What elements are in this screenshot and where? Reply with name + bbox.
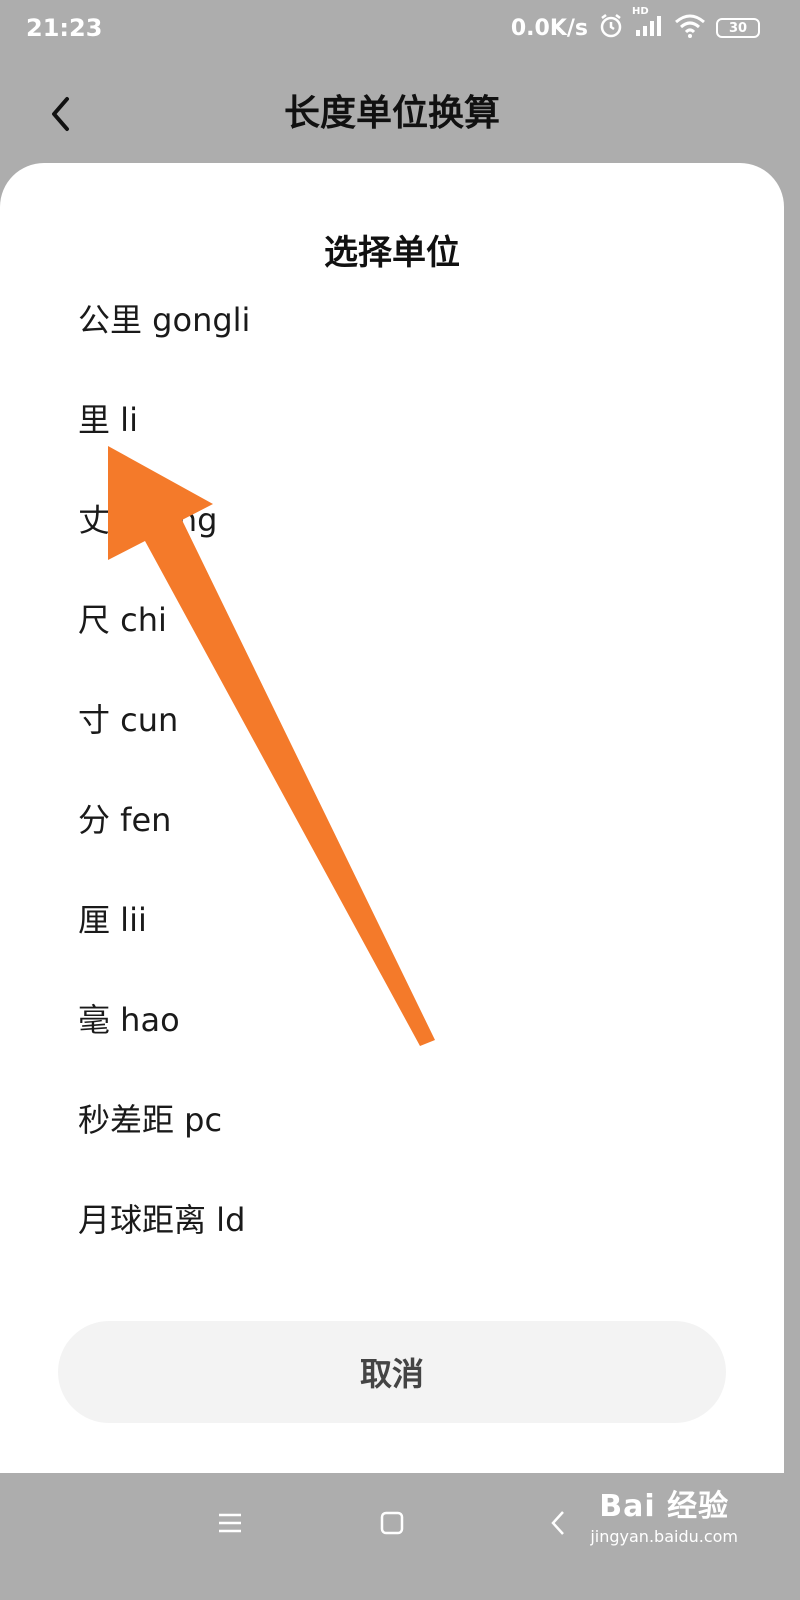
signal-icon: HD [632, 6, 664, 42]
unit-option-pc[interactable]: 秒差距 pc [0, 1070, 784, 1170]
unit-list: 公里 gongli 里 li 丈 zhang 尺 chi 寸 cun 分 fen… [0, 270, 784, 1270]
menu-icon [219, 1513, 241, 1533]
home-square-icon [380, 1511, 404, 1535]
cancel-button[interactable]: 取消 [58, 1321, 726, 1423]
status-time: 21:23 [26, 14, 103, 42]
menu-button[interactable] [210, 1503, 250, 1543]
unit-option-hao[interactable]: 毫 hao [0, 970, 784, 1070]
watermark-brand: Bai 经验 [599, 1489, 730, 1524]
watermark: Bai 经验 jingyan.baidu.com [590, 1481, 738, 1546]
unit-option-fen[interactable]: 分 fen [0, 770, 784, 870]
system-nav-bar: Bai 经验 jingyan.baidu.com [0, 1473, 784, 1568]
status-icons: 0.0K/s HD 30 [510, 6, 760, 44]
page-title: 长度单位换算 [283, 93, 500, 134]
unit-option-zhang[interactable]: 丈 zhang [0, 470, 784, 570]
unit-option-li[interactable]: 里 li [0, 370, 784, 470]
unit-picker-sheet: 选择单位 公里 gongli 里 li 丈 zhang 尺 chi 寸 cun … [0, 163, 784, 1473]
unit-option-lii[interactable]: 厘 lii [0, 870, 784, 970]
alarm-icon [598, 13, 624, 43]
unit-option-ld[interactable]: 月球距离 ld [0, 1170, 784, 1270]
wifi-icon [674, 14, 706, 42]
unit-option-cun[interactable]: 寸 cun [0, 670, 784, 770]
chevron-left-icon [551, 1511, 564, 1535]
network-speed: 0.0K/s [510, 15, 588, 41]
battery-icon: 30 [716, 18, 760, 38]
nav-back-button[interactable] [538, 1503, 578, 1543]
status-bar: 21:23 0.0K/s HD 30 [0, 0, 784, 56]
sheet-title: 选择单位 [324, 233, 460, 273]
hd-label: HD [632, 6, 649, 17]
unit-option-chi[interactable]: 尺 chi [0, 570, 784, 670]
watermark-url: jingyan.baidu.com [590, 1527, 738, 1546]
unit-option-gongli[interactable]: 公里 gongli [0, 270, 784, 370]
home-button[interactable] [372, 1503, 412, 1543]
app-header: 长度单位换算 [0, 56, 784, 166]
battery-level: 30 [728, 20, 748, 36]
